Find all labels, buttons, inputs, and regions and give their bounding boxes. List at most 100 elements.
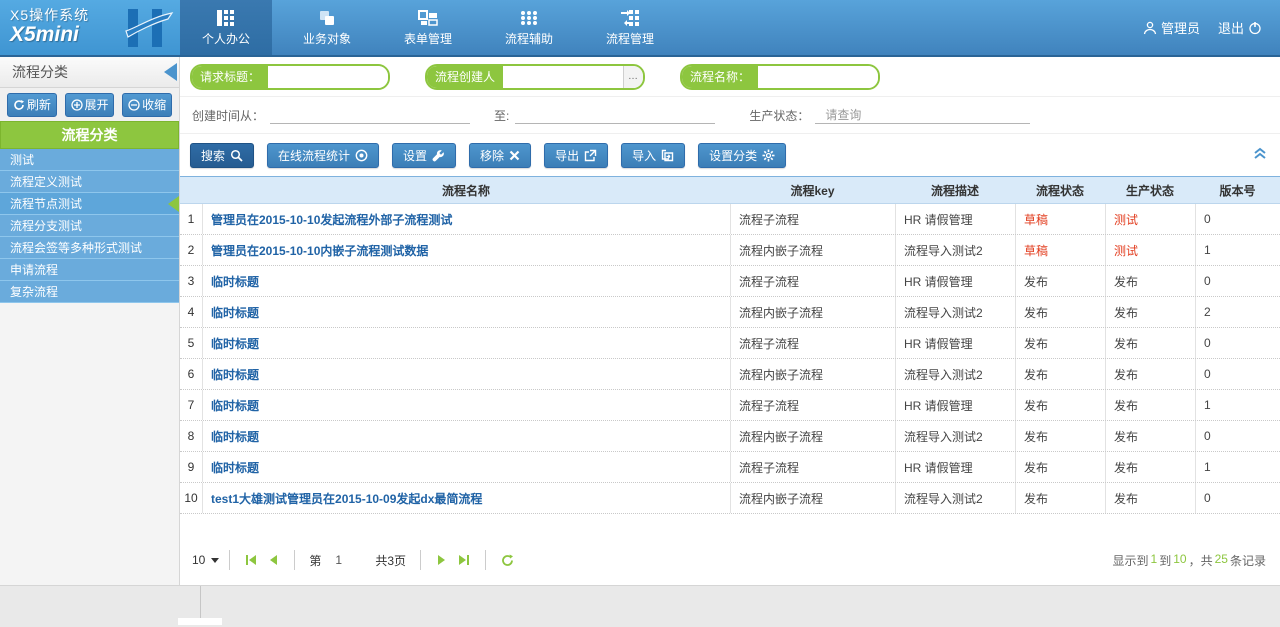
summary-to: 10 (1173, 552, 1186, 569)
process-desc-cell: HR 请假管理 (895, 390, 1015, 420)
table-row[interactable]: 2 管理员在2015-10-10内嵌子流程测试数据 流程内嵌子流程 流程导入测试… (180, 235, 1280, 266)
settings-button[interactable]: 设置 (392, 143, 456, 168)
category-item[interactable]: 测试 (0, 149, 179, 171)
prev-page-button[interactable] (262, 549, 284, 571)
process-name-input[interactable] (758, 66, 878, 88)
filter-row-1: 请求标题： 流程创建人 … 流程名称： (180, 57, 1280, 97)
search-button[interactable]: 搜索 (190, 143, 254, 168)
online-process-stats-button[interactable]: 在线流程统计 (267, 143, 379, 168)
category-item[interactable]: 流程定义测试 (0, 171, 179, 193)
table-row[interactable]: 10 test1大雄测试管理员在2015-10-09发起dx最简流程 流程内嵌子… (180, 483, 1280, 514)
last-page-button[interactable] (453, 549, 475, 571)
table-row[interactable]: 8 临时标题 流程内嵌子流程 流程导入测试2 发布 发布 0 (180, 421, 1280, 452)
process-name-link[interactable]: 临时标题 (211, 304, 259, 321)
refresh-button[interactable]: 刷新 (7, 93, 57, 117)
process-name-link[interactable]: 临时标题 (211, 397, 259, 414)
refresh-label: 刷新 (27, 96, 51, 113)
process-status-cell: 发布 (1015, 452, 1105, 482)
created-from-input[interactable] (270, 106, 470, 124)
process-name-link[interactable]: 管理员在2015-10-10发起流程外部子流程测试 (211, 211, 452, 228)
category-item[interactable]: 申请流程 (0, 259, 179, 281)
process-desc-cell: 流程导入测试2 (895, 421, 1015, 451)
export-button[interactable]: 导出 (544, 143, 608, 168)
category-item-label: 流程分支测试 (10, 219, 82, 233)
nav-item-process-manage[interactable]: 流程管理 (584, 0, 676, 55)
category-item[interactable]: 流程节点测试 (0, 193, 179, 215)
category-item[interactable]: 流程分支测试 (0, 215, 179, 237)
nav-item-form-manage[interactable]: 表单管理 (382, 0, 474, 55)
export-label: 导出 (555, 147, 579, 164)
table-row[interactable]: 3 临时标题 流程子流程 HR 请假管理 发布 发布 0 (180, 266, 1280, 297)
current-page-input[interactable]: 1 (329, 553, 357, 567)
prod-status-select[interactable]: 请查询 (815, 106, 1030, 124)
process-desc-cell: 流程导入测试2 (895, 359, 1015, 389)
pager-refresh-button[interactable] (496, 549, 518, 571)
process-name-cell: 管理员在2015-10-10发起流程外部子流程测试 (202, 204, 730, 234)
process-name-link[interactable]: 临时标题 (211, 459, 259, 476)
nav-item-business-object[interactable]: 业务对象 (281, 0, 373, 55)
sidebar: 流程分类 刷新 展开 (0, 57, 180, 585)
category-list: 测试 流程定义测试 流程节点测试 流程分支测试 流程会签等多种形式测试 申请流程… (0, 149, 179, 303)
page-size-select[interactable]: 10 (192, 553, 219, 567)
table-row[interactable]: 1 管理员在2015-10-10发起流程外部子流程测试 流程子流程 HR 请假管… (180, 204, 1280, 235)
collapse-panel-chevron-icon[interactable] (1252, 146, 1268, 160)
process-name-group: 流程名称： (680, 64, 880, 90)
table-row[interactable]: 5 临时标题 流程子流程 HR 请假管理 发布 发布 0 (180, 328, 1280, 359)
first-page-button[interactable] (240, 549, 262, 571)
process-name-cell: 临时标题 (202, 328, 730, 358)
prod-status-cell: 发布 (1105, 359, 1195, 389)
process-name-cell: 临时标题 (202, 390, 730, 420)
category-item[interactable]: 复杂流程 (0, 281, 179, 303)
current-user[interactable]: 管理员 (1143, 18, 1200, 37)
process-assist-icon (519, 9, 539, 27)
pager-separator (294, 550, 295, 570)
process-name-cell: 临时标题 (202, 421, 730, 451)
process-name-link[interactable]: 临时标题 (211, 428, 259, 445)
request-title-input[interactable] (268, 66, 388, 88)
creator-input[interactable] (503, 66, 623, 88)
summary-total: 25 (1215, 552, 1228, 569)
nav-item-personal-office[interactable]: 个人办公 (180, 0, 272, 55)
table-row[interactable]: 4 临时标题 流程内嵌子流程 流程导入测试2 发布 发布 2 (180, 297, 1280, 328)
logout-button[interactable]: 退出 (1218, 18, 1262, 37)
category-item[interactable]: 流程会签等多种形式测试 (0, 237, 179, 259)
version-cell: 2 (1195, 297, 1280, 327)
process-status-cell: 发布 (1015, 483, 1105, 513)
expand-button[interactable]: 展开 (65, 93, 115, 117)
process-name-link[interactable]: 临时标题 (211, 366, 259, 383)
import-label: 导入 (632, 147, 656, 164)
logo-mark-icon (122, 5, 174, 51)
row-index: 10 (180, 483, 202, 513)
process-desc-cell: 流程导入测试2 (895, 235, 1015, 265)
nav-item-process-assist[interactable]: 流程辅助 (483, 0, 575, 55)
process-desc-cell: HR 请假管理 (895, 328, 1015, 358)
col-header-name: 流程名称 (202, 182, 730, 199)
summary-from: 1 (1151, 552, 1158, 569)
power-icon (1248, 21, 1262, 35)
next-page-button[interactable] (431, 549, 453, 571)
bottom-strip (0, 585, 1280, 625)
process-name-cell: 临时标题 (202, 452, 730, 482)
logo-title: X5操作系统 (10, 7, 122, 23)
panel-drag-handle[interactable] (178, 618, 222, 625)
remove-button[interactable]: 移除 (469, 143, 531, 168)
process-name-link[interactable]: 临时标题 (211, 335, 259, 352)
process-status-cell: 发布 (1015, 421, 1105, 451)
table-row[interactable]: 6 临时标题 流程内嵌子流程 流程导入测试2 发布 发布 0 (180, 359, 1280, 390)
table-row[interactable]: 7 临时标题 流程子流程 HR 请假管理 发布 发布 1 (180, 390, 1280, 421)
created-to-input[interactable] (515, 106, 715, 124)
panel-collapse-arrow-icon[interactable] (164, 63, 177, 81)
version-cell: 0 (1195, 204, 1280, 234)
summary-mid: ，共 (1189, 552, 1213, 569)
set-category-button[interactable]: 设置分类 (698, 143, 786, 168)
process-name-link[interactable]: 临时标题 (211, 273, 259, 290)
process-name-cell: 临时标题 (202, 297, 730, 327)
process-name-link[interactable]: 管理员在2015-10-10内嵌子流程测试数据 (211, 242, 428, 259)
process-name-link[interactable]: test1大雄测试管理员在2015-10-09发起dx最简流程 (211, 490, 482, 507)
creator-label: 流程创建人 (427, 66, 503, 88)
collapse-button[interactable]: 收缩 (122, 93, 172, 117)
import-button[interactable]: 导入 (621, 143, 685, 168)
table-row[interactable]: 9 临时标题 流程子流程 HR 请假管理 发布 发布 1 (180, 452, 1280, 483)
row-index: 8 (180, 421, 202, 451)
creator-picker-button[interactable]: … (623, 66, 643, 88)
